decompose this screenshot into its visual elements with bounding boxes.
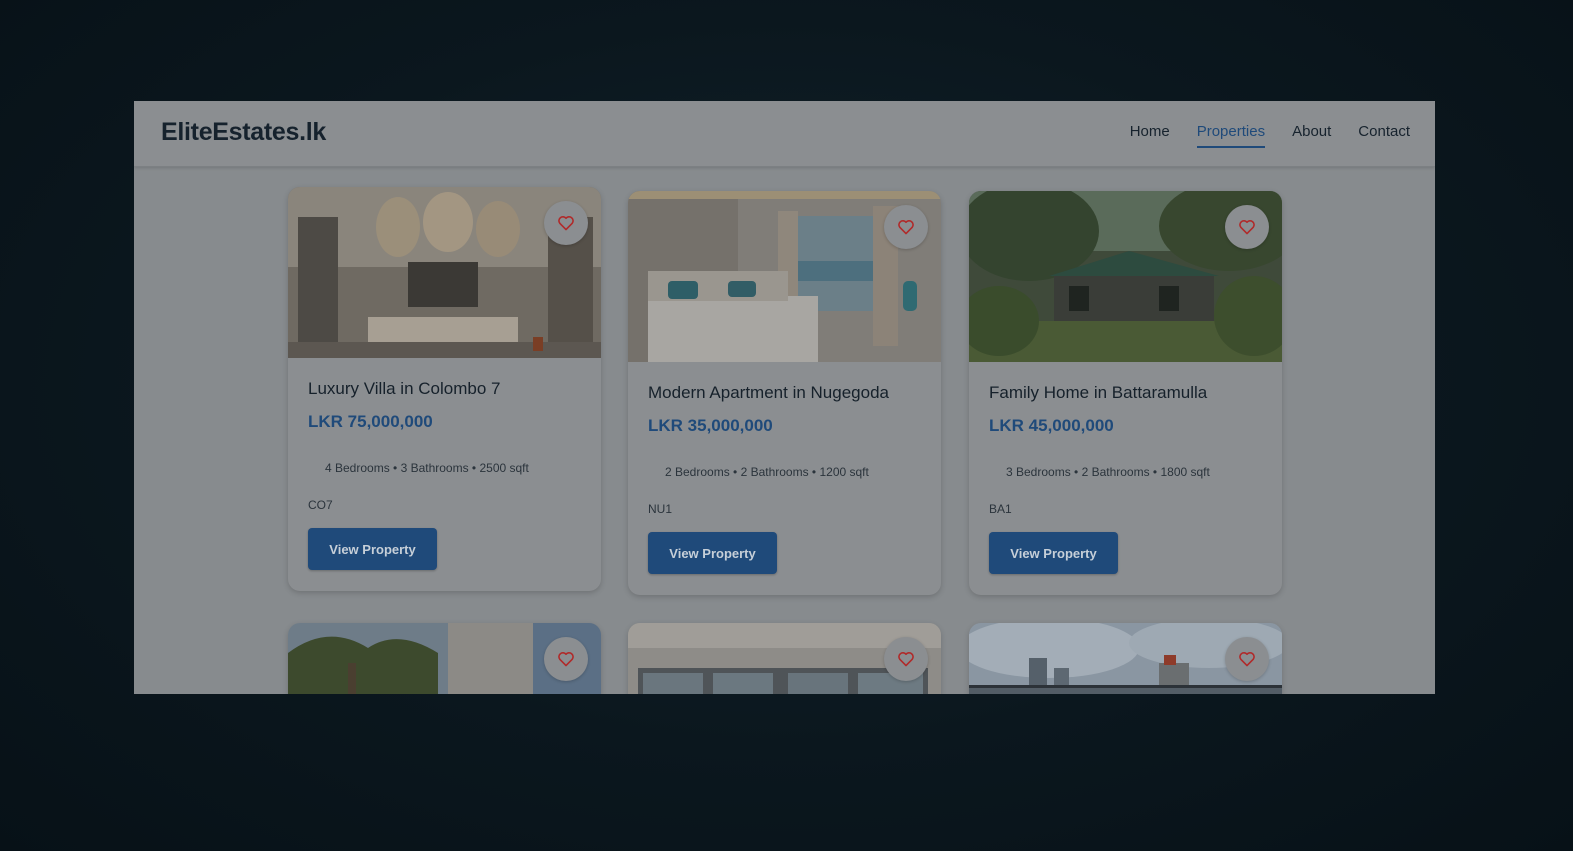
heart-outline-icon bbox=[898, 220, 914, 235]
property-card bbox=[628, 623, 941, 694]
card-body: Family Home in Battaramulla LKR 45,000,0… bbox=[989, 383, 1262, 516]
property-code: CO7 bbox=[308, 498, 333, 512]
nav-links: Home Properties About Contact bbox=[1130, 123, 1410, 148]
property-specs: 4 Bedrooms • 3 Bathrooms • 2500 sqft bbox=[325, 461, 529, 475]
favorite-button[interactable] bbox=[884, 205, 928, 249]
property-title: Family Home in Battaramulla bbox=[989, 383, 1208, 402]
heart-outline-icon bbox=[1239, 652, 1255, 667]
heart-outline-icon bbox=[1239, 220, 1255, 235]
view-property-button[interactable]: View Property bbox=[989, 532, 1118, 574]
property-card: Family Home in Battaramulla LKR 45,000,0… bbox=[969, 191, 1282, 595]
favorite-button[interactable] bbox=[884, 637, 928, 681]
property-code: NU1 bbox=[648, 502, 673, 516]
view-property-button[interactable]: View Property bbox=[648, 532, 777, 574]
property-card: Luxury Villa in Colombo 7 LKR 75,000,000… bbox=[288, 187, 601, 591]
nav-contact[interactable]: Contact bbox=[1358, 123, 1410, 148]
property-card bbox=[969, 623, 1282, 694]
view-property-button[interactable]: View Property bbox=[308, 528, 437, 570]
property-price: LKR 75,000,000 bbox=[308, 412, 433, 431]
card-body: Luxury Villa in Colombo 7 LKR 75,000,000… bbox=[308, 379, 581, 512]
property-card bbox=[288, 623, 601, 694]
property-card: Modern Apartment in Nugegoda LKR 35,000,… bbox=[628, 191, 941, 595]
favorite-button[interactable] bbox=[1225, 637, 1269, 681]
property-specs: 2 Bedrooms • 2 Bathrooms • 1200 sqft bbox=[665, 465, 869, 479]
nav-properties[interactable]: Properties bbox=[1196, 123, 1266, 148]
heart-outline-icon bbox=[558, 216, 574, 231]
app-window: EliteEstates.lk Home Properties About Co… bbox=[134, 101, 1435, 694]
property-code: BA1 bbox=[989, 502, 1012, 516]
nav-about[interactable]: About bbox=[1292, 123, 1331, 148]
property-price: LKR 45,000,000 bbox=[989, 416, 1114, 435]
favorite-button[interactable] bbox=[544, 637, 588, 681]
top-navbar: EliteEstates.lk Home Properties About Co… bbox=[134, 101, 1435, 167]
property-specs: 3 Bedrooms • 2 Bathrooms • 1800 sqft bbox=[1006, 465, 1210, 479]
property-title: Modern Apartment in Nugegoda bbox=[648, 383, 889, 402]
heart-outline-icon bbox=[898, 652, 914, 667]
nav-home[interactable]: Home bbox=[1130, 123, 1170, 148]
property-title: Luxury Villa in Colombo 7 bbox=[308, 379, 501, 398]
favorite-button[interactable] bbox=[1225, 205, 1269, 249]
favorite-button[interactable] bbox=[544, 201, 588, 245]
site-logo[interactable]: EliteEstates.lk bbox=[161, 118, 326, 147]
property-price: LKR 35,000,000 bbox=[648, 416, 773, 435]
heart-outline-icon bbox=[558, 652, 574, 667]
card-body: Modern Apartment in Nugegoda LKR 35,000,… bbox=[648, 383, 921, 516]
